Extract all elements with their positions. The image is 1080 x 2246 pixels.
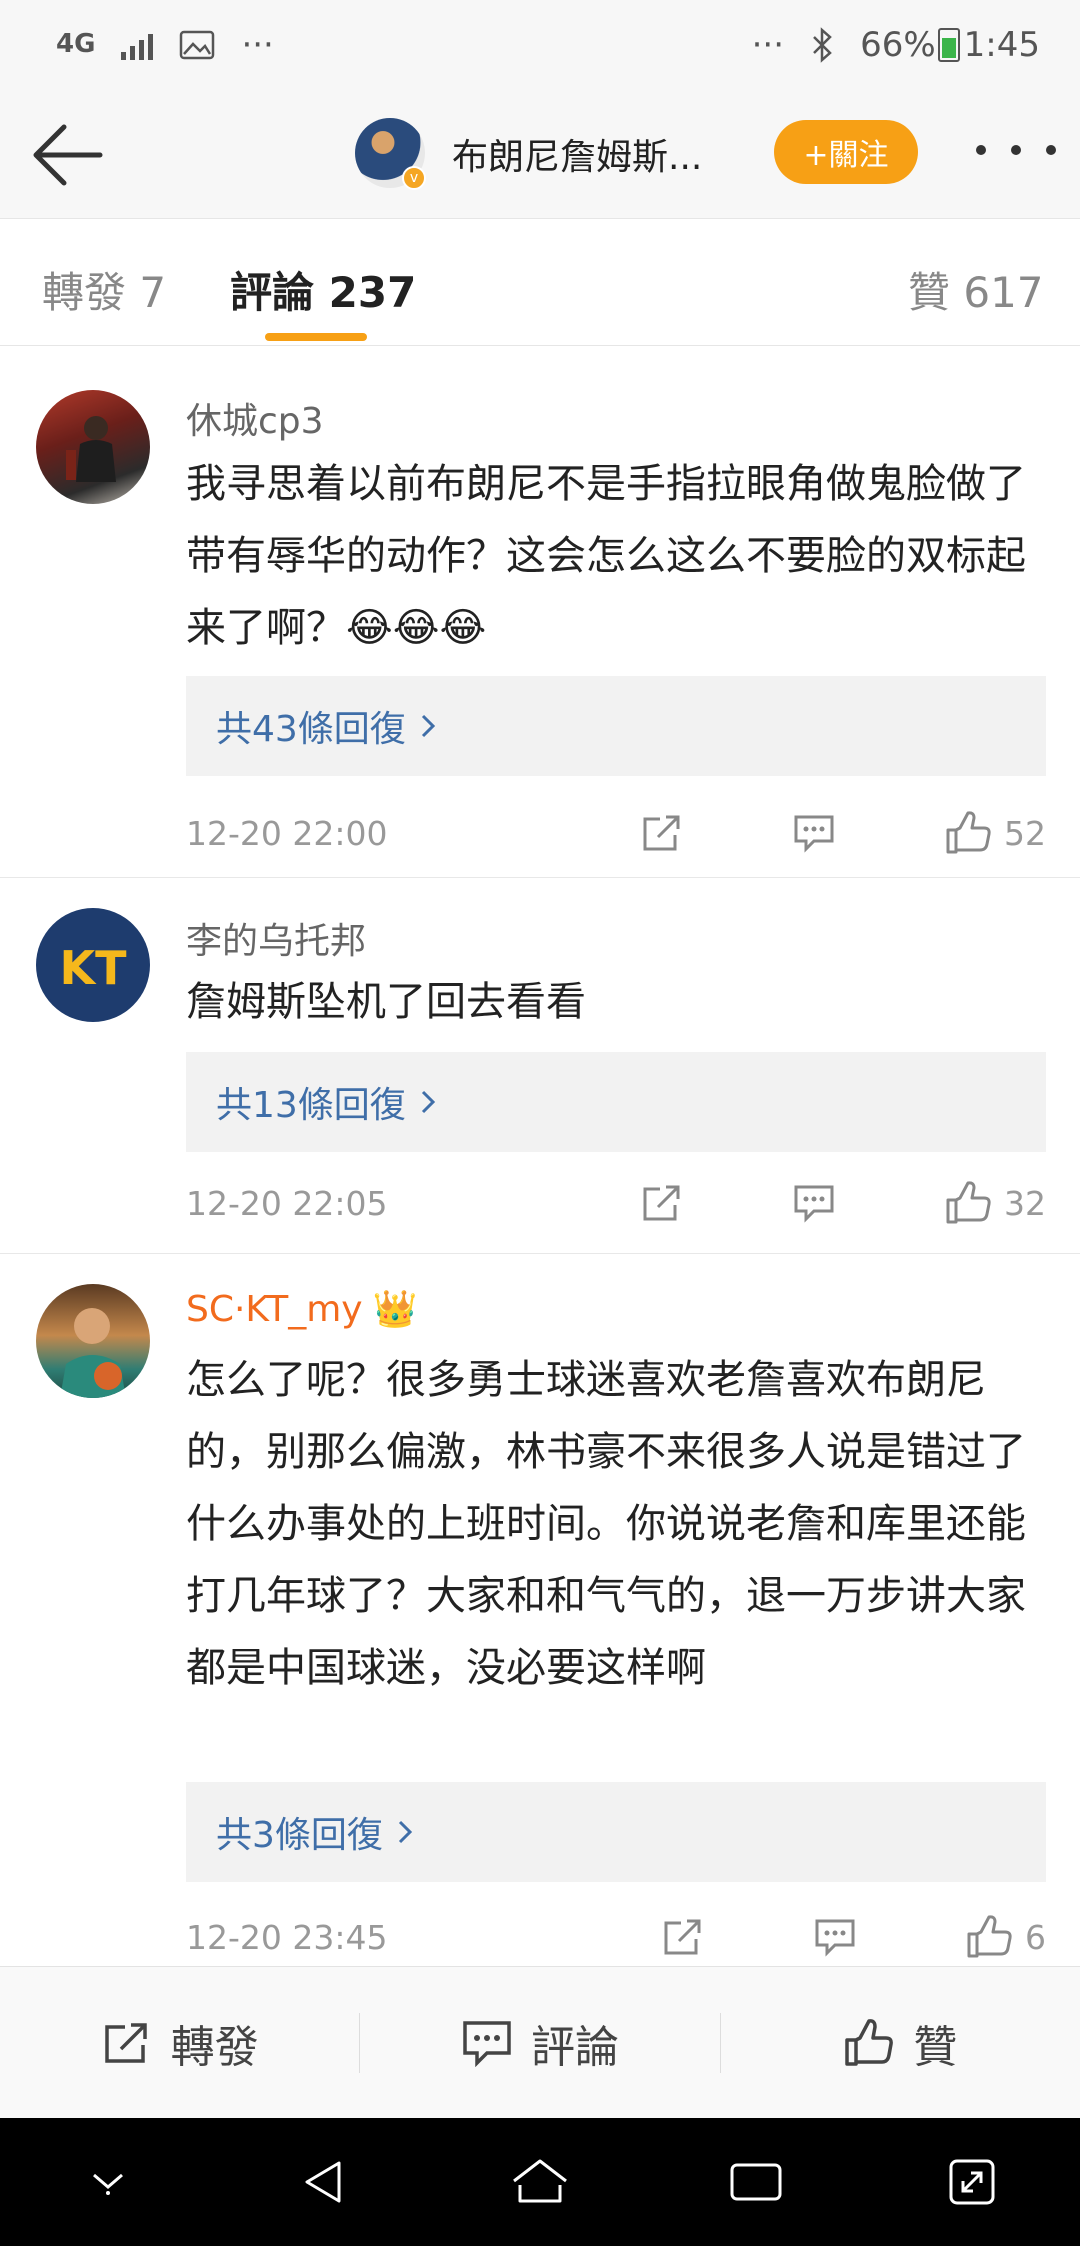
- comment-text: 詹姆斯坠机了回去看看: [186, 979, 586, 1025]
- comment-timestamp: 12-20 22:05: [186, 1183, 388, 1223]
- like-icon: [845, 2018, 894, 2066]
- page-title[interactable]: 布朗尼詹姆斯...: [452, 128, 702, 180]
- comment-timestamp: 12-20 23:45: [186, 1917, 388, 1957]
- comment-meta: 12-20 23:45 6: [186, 1912, 1046, 1962]
- active-tab-indicator: [265, 333, 367, 341]
- signal-icon: [121, 30, 154, 60]
- comment-text: 怎么了呢？很多勇士球迷喜欢老詹喜欢布朗尼的，别那么偏激，林书豪不来很多人说是错过…: [186, 1357, 1026, 1691]
- like-icon: [946, 1181, 991, 1224]
- verified-badge-icon: v: [402, 166, 426, 190]
- share-icon[interactable]: [640, 813, 684, 853]
- recents-nav-button[interactable]: [711, 2137, 801, 2227]
- chevron-right-icon: [421, 714, 435, 738]
- share-icon[interactable]: [640, 1183, 684, 1223]
- recents-icon: [730, 2163, 782, 2201]
- comment-username[interactable]: 休城cp3: [186, 392, 324, 444]
- share-icon[interactable]: [661, 1917, 705, 1957]
- comment-text: 我寻思着以前布朗尼不是手指拉眼角做鬼脸做了带有辱华的动作？这会怎么这么不要脸的双…: [186, 461, 1026, 651]
- expand-icon: [949, 2159, 995, 2205]
- more-status: ···: [751, 25, 785, 65]
- image-icon: [180, 30, 215, 60]
- like-button[interactable]: 32: [944, 1180, 1046, 1226]
- avatar[interactable]: [36, 1284, 150, 1398]
- comment-item: KT 李的乌托邦 詹姆斯坠机了回去看看 共13條回復 12-20 22:05 3…: [0, 878, 1080, 1254]
- like-icon: [967, 1915, 1012, 1958]
- replies-count: 共3條回復: [216, 1815, 383, 1856]
- back-triangle-icon: [305, 2161, 341, 2203]
- bottom-action-bar: 轉發 評論 贊: [0, 1966, 1080, 2118]
- repost-label: 轉發: [170, 2021, 259, 2073]
- like-button[interactable]: 6: [965, 1914, 1046, 1960]
- like-count: 52: [1004, 813, 1046, 853]
- hide-nav-button[interactable]: [63, 2137, 153, 2227]
- comment-icon[interactable]: [813, 1917, 857, 1957]
- view-replies-link[interactable]: 共13條回復: [186, 1052, 1046, 1152]
- system-nav-bar: [0, 2118, 1080, 2246]
- vip-crown-icon: 👑: [372, 1289, 418, 1330]
- chevron-right-icon: [421, 1090, 435, 1114]
- clock: 1:45: [963, 25, 1040, 65]
- comment-label: 評論: [530, 2021, 619, 2073]
- network-indicator: 4G: [56, 29, 96, 60]
- comment-timestamp: 12-20 22:00: [186, 813, 388, 853]
- repost-button[interactable]: 轉發: [0, 2011, 359, 2075]
- comment-username[interactable]: 李的乌托邦: [186, 912, 366, 964]
- svg-text:KT: KT: [59, 941, 127, 995]
- avatar[interactable]: KT: [36, 908, 150, 1022]
- comment-username[interactable]: SC·KT_my 👑: [186, 1288, 418, 1331]
- comment-item: SC·KT_my 👑 怎么了呢？很多勇士球迷喜欢老詹喜欢布朗尼的，别那么偏激，林…: [0, 1254, 1080, 1966]
- home-icon: [513, 2159, 567, 2203]
- follow-button[interactable]: +關注: [774, 120, 918, 184]
- header-bar: v 布朗尼詹姆斯... +關注: [0, 90, 1080, 218]
- comment-icon[interactable]: [792, 813, 836, 853]
- expand-nav-button[interactable]: [927, 2137, 1017, 2227]
- replies-count: 共43條回復: [216, 709, 406, 750]
- more-dots-icon[interactable]: [976, 130, 1056, 170]
- chevron-right-icon: [398, 1820, 413, 1844]
- comment-meta: 12-20 22:05 32: [186, 1178, 1046, 1228]
- share-icon: [104, 2022, 147, 2063]
- chevron-down-icon: [93, 2173, 123, 2195]
- view-replies-link[interactable]: 共43條回復: [186, 676, 1046, 776]
- tab-likes[interactable]: 贊 617: [908, 259, 1044, 320]
- tab-comments[interactable]: 評論 237: [230, 259, 416, 320]
- comment-icon: [463, 2020, 511, 2067]
- comment-item: 休城cp3 我寻思着以前布朗尼不是手指拉眼角做鬼脸做了带有辱华的动作？这会怎么这…: [0, 346, 1080, 878]
- like-label: 贊: [913, 2021, 958, 2073]
- back-nav-button[interactable]: [279, 2137, 369, 2227]
- like-button[interactable]: 贊: [721, 2011, 1080, 2075]
- like-count: 6: [1025, 1917, 1046, 1957]
- view-replies-link[interactable]: 共3條回復: [186, 1782, 1046, 1882]
- replies-count: 共13條回復: [216, 1085, 406, 1126]
- like-icon: [946, 811, 991, 854]
- battery-icon: [937, 28, 960, 62]
- like-button[interactable]: 52: [944, 810, 1046, 856]
- status-bar: 4G ··· ··· 66% 1:45: [0, 0, 1080, 90]
- tab-repost[interactable]: 轉發 7: [42, 259, 166, 320]
- comment-icon[interactable]: [792, 1183, 836, 1223]
- more-notifications: ···: [241, 25, 274, 65]
- comment-meta: 12-20 22:00 52: [186, 808, 1046, 858]
- like-count: 32: [1004, 1183, 1046, 1223]
- home-nav-button[interactable]: [495, 2137, 585, 2227]
- battery-percent: 66%: [860, 25, 936, 65]
- comment-button[interactable]: 評論: [360, 2011, 719, 2075]
- avatar[interactable]: [36, 390, 150, 504]
- back-arrow-icon[interactable]: [28, 120, 108, 190]
- tabs-bar: 轉發 7 評論 237 贊 617: [0, 218, 1080, 346]
- bluetooth-icon: [813, 27, 832, 63]
